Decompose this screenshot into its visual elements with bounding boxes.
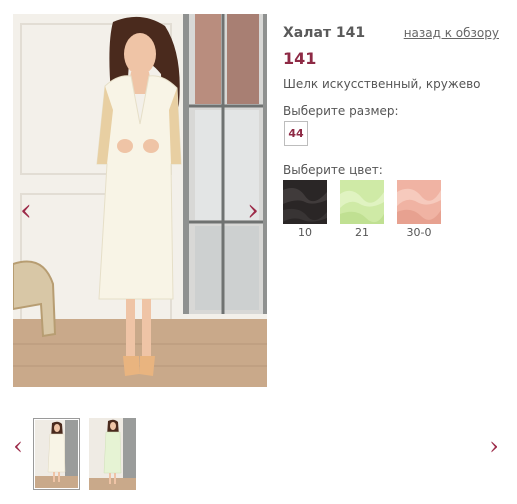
size-option-44[interactable]: 44 <box>284 121 308 146</box>
thumbnail-green-robe[interactable] <box>89 418 136 490</box>
product-material: Шелк искусственный, кружево <box>283 77 481 91</box>
color-code-21: 21 <box>355 226 369 239</box>
peach-silk-swatch <box>397 180 441 224</box>
product-title: Халат 141 <box>283 25 366 41</box>
thumbnails-prev-icon[interactable]: ‹ <box>10 433 26 463</box>
color-swatch-30-0[interactable] <box>397 180 441 224</box>
color-code-10: 10 <box>298 226 312 239</box>
photo-prev-icon[interactable]: ‹ <box>17 196 35 230</box>
black-silk-swatch <box>283 180 327 224</box>
size-label: Выберите размер: <box>283 104 399 118</box>
main-product-photo[interactable] <box>13 14 267 387</box>
color-swatch-10[interactable] <box>283 180 327 224</box>
thumbnail-ivory-robe[interactable] <box>33 418 80 490</box>
color-swatch-21[interactable] <box>340 180 384 224</box>
color-code-30-0: 30-0 <box>406 226 432 239</box>
model-photo-illustration <box>13 14 267 387</box>
product-price: 141 <box>283 49 317 68</box>
thumbnail-ivory-image <box>35 420 78 488</box>
green-silk-swatch <box>340 180 384 224</box>
thumbnail-green-image <box>89 418 136 490</box>
color-label: Выберите цвет: <box>283 163 383 177</box>
thumbnails-next-icon[interactable]: › <box>486 433 502 463</box>
back-to-overview-link[interactable]: назад к обзору <box>404 26 499 40</box>
photo-next-icon[interactable]: › <box>244 196 262 230</box>
